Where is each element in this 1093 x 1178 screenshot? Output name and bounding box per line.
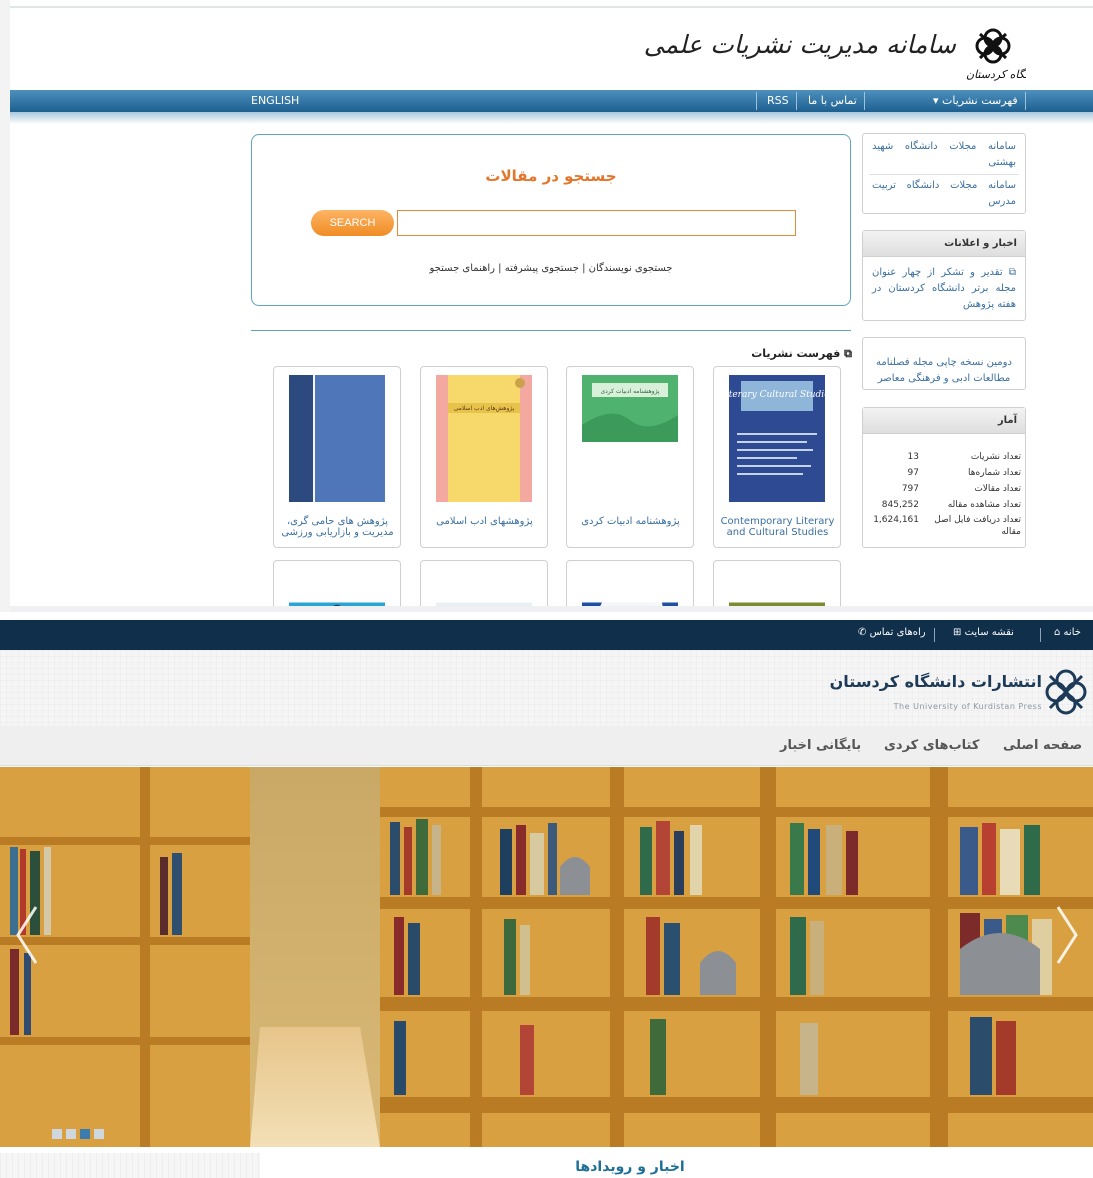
journal-card[interactable]: پژوهش‌های ادب اسلامی پژوهشهای ادب اسلامی — [420, 366, 548, 548]
journals-heading-text: فهرست نشریات — [751, 347, 841, 360]
link-separator: | — [495, 263, 502, 274]
journals-heading: ⧉ فهرست نشریات — [720, 347, 852, 361]
notice-link[interactable]: دومین نسخه چاپی مجله فصلنامه مطالعات ادب… — [863, 338, 1025, 387]
phone-icon: ✆ — [858, 627, 867, 638]
stat-value: 1,624,161 — [873, 515, 919, 525]
notice-box: دومین نسخه چاپی مجله فصلنامه مطالعات ادب… — [862, 337, 1026, 390]
navbar-shadow — [10, 112, 1093, 124]
nav-home[interactable]: صفحه اصلی — [1003, 738, 1082, 753]
journal-title: Contemporary Literary and Cultural Studi… — [720, 516, 835, 538]
news-item[interactable]: ⧉ تقدیر و تشکر از چهار عنوان مجله برتر د… — [863, 257, 1025, 313]
topbar-separator — [1040, 628, 1041, 642]
nav-separator — [1025, 92, 1026, 110]
sitemap-label: نقشه سایت — [964, 627, 1014, 638]
dropdown-caret-icon: ▾ — [933, 94, 943, 107]
news-strip-background — [0, 1153, 260, 1178]
journal-card[interactable]: Literary Cultural Studies Contemporary L… — [713, 366, 841, 548]
journal-portal-screenshot: سامانه مدیریت نشریات علمی دانشگاه کردستا… — [0, 0, 1093, 612]
journal-title: پژوهشنامه ادبیات کردی — [581, 516, 680, 527]
topbar-separator — [934, 628, 935, 642]
nav-journals-menu[interactable]: ▾ فهرست نشریات — [933, 90, 1018, 112]
sitemap-icon: ⊞ — [953, 627, 962, 638]
nav-kurdish-books[interactable]: کتاب‌های کردی — [884, 738, 979, 753]
cover-text: پژوهشنامه ادبیات کردی — [600, 388, 659, 395]
sidebar-link-sbu[interactable]: سامانه مجلات دانشگاه شهید بهشتی — [863, 134, 1025, 171]
journal-card[interactable]: پژوهش های حامی گری، مدیریت و بازاریابی و… — [273, 366, 401, 548]
advanced-search-link[interactable]: جستجوی پیشرفته — [505, 263, 579, 274]
sidebar-links-box: سامانه مجلات دانشگاه شهید بهشتی سامانه م… — [862, 133, 1026, 214]
topbar-sitemap[interactable]: نقشه سایت ⊞ — [953, 627, 1014, 638]
news-bullet-icon: ⧉ — [1002, 267, 1017, 278]
press-logo-icon[interactable] — [1038, 664, 1093, 720]
nav-separator — [756, 92, 757, 110]
nav-separator — [864, 92, 865, 110]
press-name-english: The University of Kurdistan Press — [893, 702, 1042, 711]
journal-cover — [289, 375, 385, 502]
divider — [251, 330, 851, 331]
stats-box: آمار تعداد نشریات 13 تعداد شماره‌ها 97 ت… — [862, 407, 1026, 548]
nav-journals-label: فهرست نشریات — [942, 94, 1018, 107]
journal-card[interactable] — [420, 560, 548, 612]
home-icon: ⌂ — [1054, 627, 1061, 638]
journal-cover: پژوهش‌های ادب اسلامی — [436, 375, 532, 502]
journal-card[interactable] — [566, 560, 694, 612]
nav-contact[interactable]: تماس با ما — [808, 90, 857, 112]
news-heading: اخبار و رویدادها — [575, 1159, 685, 1175]
link-separator: | — [578, 263, 586, 274]
journal-card[interactable]: پژوهشنامه ادبیات کردی پژوهشنامه ادبیات ک… — [566, 366, 694, 548]
search-heading: جستجو در مقالات — [485, 167, 617, 185]
journal-cover: پژوهشنامه ادبیات کردی — [582, 375, 678, 442]
stat-label: تعداد نشریات — [970, 452, 1021, 462]
journal-cover: Literary Cultural Studies — [729, 375, 825, 502]
cover-text: Literary Cultural Studies — [729, 390, 825, 400]
news-box-heading: اخبار و اعلانات — [863, 231, 1025, 257]
contact-label: راه‌های تماس — [869, 627, 926, 638]
search-links: جستجوی نویسندگان | جستجوی پیشرفته | راهن… — [251, 263, 851, 274]
portal-navbar — [10, 90, 1093, 112]
cover-text: پژوهش‌های ادب اسلامی — [454, 405, 515, 412]
stat-value: 13 — [907, 452, 919, 462]
news-box: اخبار و اعلانات ⧉ تقدیر و تشکر از چهار ع… — [862, 230, 1026, 321]
journal-title: پژوهش های حامی گری، مدیریت و بازاریابی و… — [281, 516, 394, 538]
topbar-contact[interactable]: راه‌های تماس ✆ — [858, 627, 926, 638]
logo-caption: دانشگاه کردستان — [966, 68, 1026, 81]
stat-value: 97 — [907, 468, 919, 478]
divider — [869, 174, 1019, 175]
topbar-home[interactable]: خانه ⌂ — [1054, 627, 1081, 638]
stats-heading: آمار — [863, 408, 1025, 434]
stat-value: 845,252 — [881, 500, 919, 510]
top-edge — [10, 6, 1093, 8]
sidebar-link-modares[interactable]: سامانه مجلات دانشگاه تربیت مدرس — [863, 178, 1025, 210]
nav-english[interactable]: ENGLISH — [251, 90, 299, 112]
stat-label: تعداد دریافت فایل اصل مقاله — [934, 515, 1021, 537]
hero-slider-image[interactable] — [0, 767, 1093, 1147]
screenshot-border — [10, 606, 1093, 612]
press-topbar — [0, 620, 1093, 650]
journal-card[interactable] — [713, 560, 841, 612]
press-screenshot: خانه ⌂ نقشه سایت ⊞ راه‌های تماس ✆ انتشار… — [0, 620, 1093, 1178]
university-logo-icon[interactable]: دانشگاه کردستان — [960, 20, 1026, 84]
search-help-link[interactable]: راهنمای جستجو — [430, 263, 495, 274]
stat-label: تعداد شماره‌ها — [968, 468, 1021, 478]
nav-rss[interactable]: RSS — [767, 90, 789, 112]
journals-bullet-icon: ⧉ — [840, 347, 852, 360]
nav-separator — [796, 92, 797, 110]
search-input[interactable] — [397, 210, 796, 236]
journal-title: پژوهشهای ادب اسلامی — [436, 516, 533, 527]
home-label: خانه — [1063, 627, 1081, 638]
journal-card[interactable] — [273, 560, 401, 612]
portal-title: سامانه مدیریت نشریات علمی — [643, 30, 956, 59]
nav-news-archive[interactable]: بایگانی اخبار — [780, 738, 861, 753]
stat-label: تعداد مشاهده مقاله — [947, 500, 1021, 510]
search-button[interactable]: SEARCH — [311, 210, 394, 236]
stat-label: تعداد مقالات — [974, 484, 1021, 494]
left-edge — [0, 0, 10, 612]
author-search-link[interactable]: جستجوی نویسندگان — [589, 263, 673, 274]
stat-value: 797 — [901, 484, 919, 494]
news-item-text: تقدیر و تشکر از چهار عنوان مجله برتر دان… — [872, 267, 1016, 310]
press-name: انتشارات دانشگاه کردستان — [829, 672, 1042, 691]
